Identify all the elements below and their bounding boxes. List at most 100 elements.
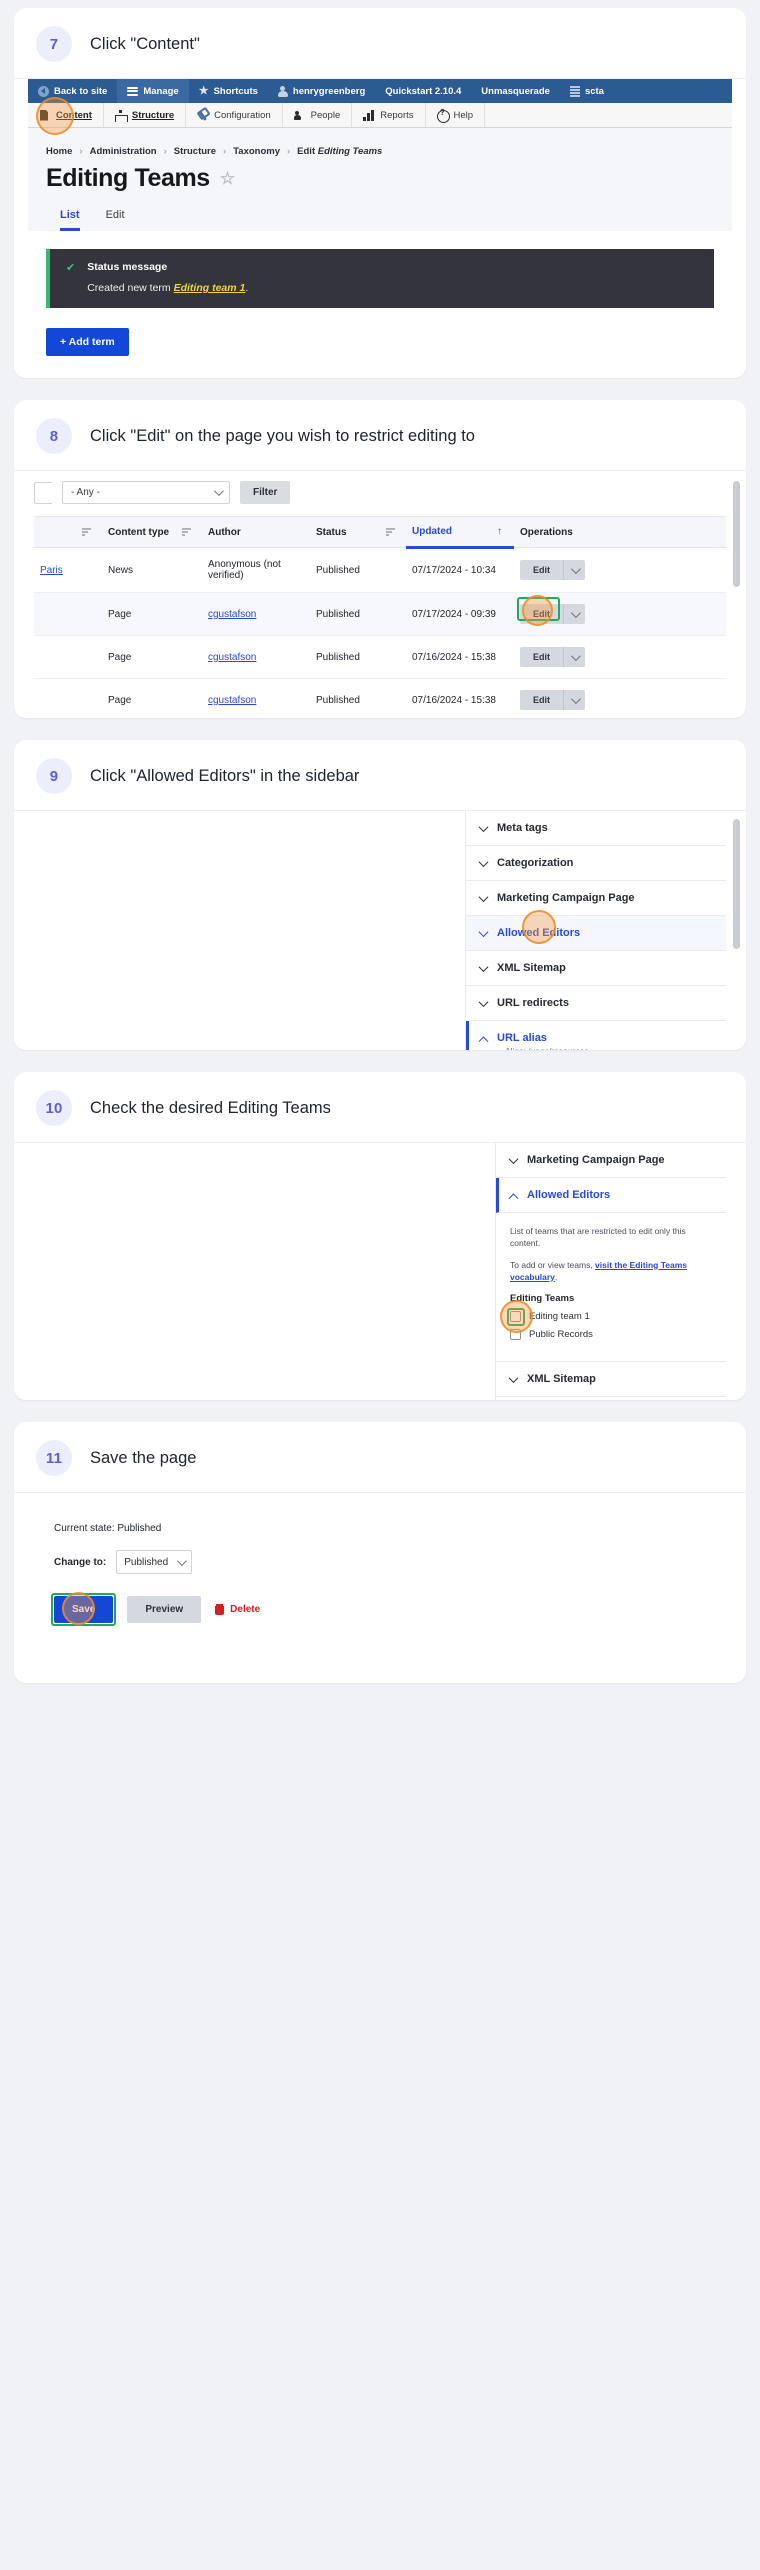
toolbar-item-shortcuts[interactable]: ★ Shortcuts xyxy=(189,79,268,103)
cell-spacer xyxy=(76,547,102,593)
operations-dropdown-toggle[interactable] xyxy=(563,604,585,624)
col-sort-handle[interactable] xyxy=(380,517,406,548)
delete-button[interactable]: Delete xyxy=(215,1604,260,1615)
sort-icon xyxy=(386,528,395,536)
add-term-button[interactable]: + Add term xyxy=(46,328,129,356)
toolbar-item-user[interactable]: henrygreenberg xyxy=(268,79,375,103)
save-button[interactable]: Save xyxy=(54,1596,114,1623)
status-message-link[interactable]: Editing team 1 xyxy=(174,282,246,294)
checkbox-row-editing-team-1[interactable]: Editing team 1 xyxy=(500,1300,712,1334)
breadcrumb-administration[interactable]: Administration xyxy=(90,146,157,157)
operations-split-button[interactable]: Edit xyxy=(520,560,720,580)
breadcrumb-home[interactable]: Home xyxy=(46,146,72,157)
vertical-scrollbar[interactable] xyxy=(733,819,740,949)
toolbar-item-manage[interactable]: Manage xyxy=(117,79,189,103)
operations-dropdown-toggle[interactable] xyxy=(563,647,585,667)
breadcrumb-structure[interactable]: Structure xyxy=(174,146,216,157)
toolbar-item-scta[interactable]: scta xyxy=(560,79,614,103)
step-header: 7 Click "Content" xyxy=(14,8,746,78)
check-icon: ✔ xyxy=(66,262,76,274)
tab-list[interactable]: List xyxy=(60,209,80,231)
sidebar-item-url-redirects[interactable]: URL redirects xyxy=(466,986,726,1021)
preview-button[interactable]: Preview xyxy=(127,1596,202,1623)
question-mark-icon xyxy=(436,108,450,123)
sidebar-item-url-alias[interactable]: URL alias Alias: /uagc/resources xyxy=(466,1021,726,1050)
sidebar-item-marketing-campaign-page[interactable]: Marketing Campaign Page xyxy=(496,1143,726,1178)
cell-author[interactable]: cgustafson xyxy=(202,592,310,636)
document-icon xyxy=(39,110,50,121)
breadcrumb-taxonomy[interactable]: Taxonomy xyxy=(233,146,280,157)
operations-split-button[interactable]: Edit xyxy=(520,604,720,624)
vertical-scrollbar[interactable] xyxy=(733,481,740,587)
col-operations: Operations xyxy=(514,517,726,548)
cell-title[interactable]: Paris xyxy=(34,547,76,593)
toolbar-item-quickstart[interactable]: Quickstart 2.10.4 xyxy=(375,79,471,103)
content-title-link[interactable]: Paris xyxy=(40,565,63,576)
admin-menu-item-configuration[interactable]: Configuration xyxy=(186,103,283,127)
admin-menu-label: People xyxy=(310,109,341,121)
allowed-editors-desc-1: List of teams that are restricted to edi… xyxy=(510,1226,686,1249)
cell-updated: 07/17/2024 - 09:39 xyxy=(406,592,514,636)
edit-button[interactable]: Edit xyxy=(520,690,563,710)
screenshot-step-8: - Any - Filter Content type Author Statu… xyxy=(14,470,746,718)
checkbox-row-public-records[interactable]: Public Records xyxy=(510,1329,712,1341)
chevron-down-icon xyxy=(570,650,581,661)
chevron-down-icon xyxy=(508,1153,519,1164)
admin-menu-item-reports[interactable]: Reports xyxy=(352,103,426,127)
content-filter-row: - Any - Filter xyxy=(34,471,726,516)
operations-split-button[interactable]: Edit xyxy=(520,690,720,710)
checkbox-public-records[interactable] xyxy=(510,1329,521,1341)
author-link[interactable]: cgustafson xyxy=(208,609,256,620)
edit-button[interactable]: Edit xyxy=(520,647,563,667)
admin-menu-item-help[interactable]: Help xyxy=(426,103,486,127)
filter-type-select[interactable]: - Any - xyxy=(62,481,230,504)
tab-edit[interactable]: Edit xyxy=(106,209,125,231)
toolbar-label: henrygreenberg xyxy=(292,85,366,97)
operations-dropdown-toggle[interactable] xyxy=(563,690,585,710)
change-to-label: Change to: xyxy=(54,1556,107,1568)
sidebar-item-xml-sitemap[interactable]: XML Sitemap xyxy=(496,1362,726,1398)
toolbar-item-back-to-site[interactable]: Back to site xyxy=(28,79,117,103)
cell-title xyxy=(34,592,76,636)
col-author[interactable]: Author xyxy=(202,517,310,548)
sidebar-item-url-redirects[interactable]: URL redirects xyxy=(496,1397,726,1400)
col-title xyxy=(34,517,76,548)
trash-icon xyxy=(215,1604,225,1615)
sidebar-item-xml-sitemap[interactable]: XML Sitemap xyxy=(466,951,726,986)
admin-menu-item-people[interactable]: People xyxy=(283,103,353,127)
col-sort-handle[interactable] xyxy=(76,517,102,548)
hamburger-icon xyxy=(127,86,139,96)
node-edit-sidebar: Marketing Campaign Page Allowed Editors … xyxy=(496,1143,726,1400)
cell-type: Page xyxy=(102,592,176,636)
cell-author[interactable]: cgustafson xyxy=(202,678,310,718)
sidebar-item-allowed-editors[interactable]: Allowed Editors xyxy=(496,1178,726,1213)
admin-menu-item-content[interactable]: Content xyxy=(28,103,104,127)
filter-select-partial[interactable] xyxy=(34,481,52,504)
cell-author[interactable]: cgustafson xyxy=(202,635,310,679)
operations-dropdown-toggle[interactable] xyxy=(563,560,585,580)
filter-button[interactable]: Filter xyxy=(240,481,291,504)
admin-menu-label: Help xyxy=(453,109,474,121)
col-updated[interactable]: Updated ↑ xyxy=(406,517,514,549)
sidebar-item-categorization[interactable]: Categorization xyxy=(466,846,726,881)
toolbar-item-unmasquerade[interactable]: Unmasquerade xyxy=(471,79,560,103)
operations-split-button[interactable]: Edit xyxy=(520,647,720,667)
star-outline-icon[interactable]: ☆ xyxy=(220,169,235,189)
change-to-select[interactable]: Published xyxy=(116,1550,193,1574)
chevron-down-icon xyxy=(570,563,581,574)
author-link[interactable]: cgustafson xyxy=(208,652,256,663)
status-message-text: Created new term Editing team 1. xyxy=(87,282,248,294)
step-card-8: 8 Click "Edit" on the page you wish to r… xyxy=(14,400,746,718)
col-content-type[interactable]: Content type xyxy=(102,517,176,548)
col-sort-handle[interactable] xyxy=(176,517,202,548)
sidebar-item-allowed-editors[interactable]: Allowed Editors xyxy=(466,910,726,951)
edit-button[interactable]: Edit xyxy=(520,560,563,580)
admin-menu-item-structure[interactable]: Structure xyxy=(104,103,187,127)
author-link[interactable]: cgustafson xyxy=(208,695,256,706)
col-status[interactable]: Status xyxy=(310,517,380,548)
sidebar-item-meta-tags[interactable]: Meta tags xyxy=(466,811,726,846)
checkbox-editing-team-1[interactable] xyxy=(510,1311,521,1323)
cell-type: News xyxy=(102,547,176,593)
edit-button[interactable]: Edit xyxy=(520,604,563,624)
sidebar-item-marketing-campaign-page[interactable]: Marketing Campaign Page xyxy=(466,881,726,916)
